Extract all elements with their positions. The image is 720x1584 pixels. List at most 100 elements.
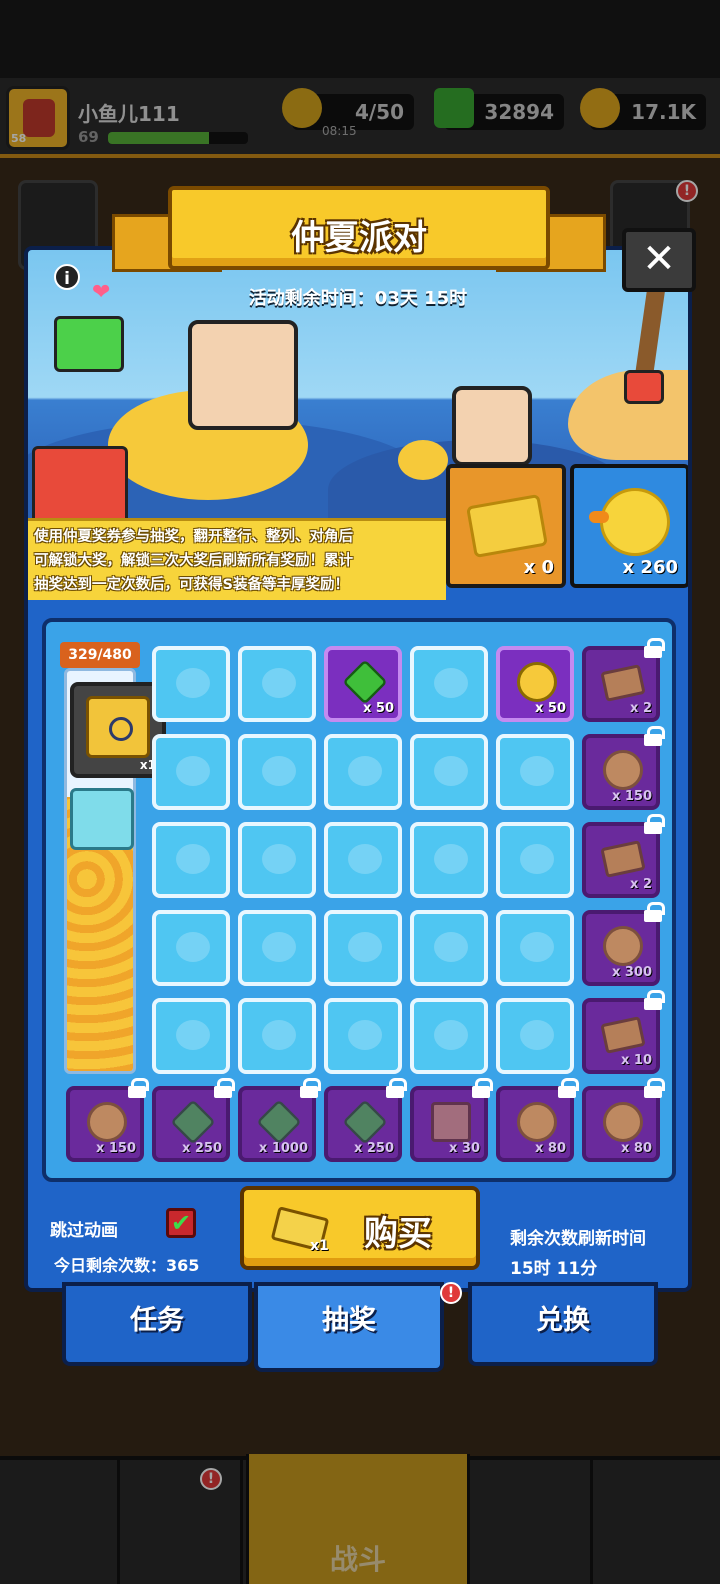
gem-icon — [256, 1099, 302, 1145]
column-reward-tile: x 250 — [324, 1078, 407, 1162]
ticket-icon — [466, 493, 548, 559]
gift-box-green — [54, 316, 124, 372]
hidden-tile[interactable] — [152, 734, 230, 810]
column-reward-tile: x 30 — [410, 1078, 493, 1162]
tab-lottery[interactable]: 抽奖 — [254, 1282, 444, 1372]
lock-icon — [644, 990, 665, 1010]
tab-label: 抽奖 — [322, 1305, 376, 1336]
skip-animation-checkbox[interactable]: ✔ — [166, 1208, 196, 1238]
draw-progress: 329/480 x1 — [60, 642, 166, 1074]
revealed-tile: x 50 — [324, 646, 402, 722]
revealed-tile: x 50 — [496, 646, 574, 722]
hidden-tile[interactable] — [238, 734, 316, 810]
hidden-tile[interactable] — [324, 822, 402, 898]
hidden-tile[interactable] — [152, 998, 230, 1074]
lock-icon — [386, 1078, 407, 1098]
duck-icon — [603, 1102, 643, 1142]
hidden-tile[interactable] — [324, 998, 402, 1074]
tab-tasks[interactable]: 任务 — [62, 1282, 252, 1366]
hidden-tile[interactable] — [238, 998, 316, 1074]
reward-qty: x 10 — [620, 1053, 652, 1068]
hero-character — [188, 320, 298, 430]
lottery-grid: 329/480 x1 x 50 x 50 x 2 x 150 x 2 x 300 x 10 x… — [42, 618, 676, 1182]
ticket-icon — [600, 664, 646, 702]
column-reward-tile: x 150 — [66, 1078, 149, 1162]
column-reward-tile: x 250 — [152, 1078, 235, 1162]
event-countdown: 活动剩余时间：03天 15时 — [248, 288, 468, 309]
chest-icon — [86, 696, 150, 758]
hidden-tile[interactable] — [496, 822, 574, 898]
tab-lottery-badge: ! — [440, 1282, 462, 1304]
duck-icon — [87, 1102, 127, 1142]
ticket-balance-card[interactable]: x 0 — [446, 464, 566, 588]
hidden-tile[interactable] — [410, 646, 488, 722]
refresh-title: 剩余次数刷新时间 — [510, 1229, 646, 1249]
rival-character — [452, 386, 532, 466]
hidden-tile[interactable] — [238, 822, 316, 898]
column-reward-tile: x 1000 — [238, 1078, 321, 1162]
reward-qty: x 80 — [620, 1141, 652, 1156]
row-reward-tile: x 150 — [582, 726, 665, 810]
hidden-tile[interactable] — [152, 646, 230, 722]
hidden-tile[interactable] — [238, 646, 316, 722]
reward-qty: x 2 — [630, 701, 652, 716]
tab-label: 任务 — [130, 1305, 184, 1336]
lock-icon — [472, 1078, 493, 1098]
gift-box-small — [624, 370, 664, 404]
refresh-time: 15时 11分 — [510, 1259, 598, 1279]
buy-button[interactable]: x1 购买 — [240, 1186, 480, 1270]
reward-qty: x 2 — [630, 877, 652, 892]
milestone-gift-icon[interactable] — [70, 788, 134, 850]
row-reward-tile: x 2 — [582, 814, 665, 898]
reward-qty: x 80 — [534, 1141, 566, 1156]
reward-qty: x 300 — [611, 965, 652, 980]
close-icon: ✕ — [642, 236, 676, 282]
remaining-draws-today: 今日剩余次数：365 — [54, 1256, 200, 1275]
close-button[interactable]: ✕ — [622, 228, 696, 292]
buy-qty: x1 — [310, 1238, 329, 1254]
row-reward-tile: x 10 — [582, 990, 665, 1074]
skip-animation-label: 跳过动画 — [50, 1221, 118, 1241]
hidden-tile[interactable] — [152, 822, 230, 898]
event-title: 仲夏派对 — [291, 218, 427, 258]
hidden-tile[interactable] — [324, 734, 402, 810]
event-description: 使用仲夏奖券参与抽奖，翻开整行、整列、对角后 可解锁大奖，解锁三次大奖后刷新所有… — [28, 518, 446, 600]
ticket-icon — [600, 840, 646, 878]
hidden-tile[interactable] — [324, 910, 402, 986]
lock-icon — [558, 1078, 579, 1098]
hidden-tile[interactable] — [410, 910, 488, 986]
lock-icon — [644, 726, 665, 746]
reward-qty: x 250 — [353, 1141, 394, 1156]
progress-label: 329/480 — [60, 642, 140, 668]
hidden-tile[interactable] — [496, 998, 574, 1074]
map-icon — [431, 1102, 471, 1142]
column-reward-tile: x 80 — [496, 1078, 579, 1162]
description-line: 使用仲夏奖券参与抽奖，翻开整行、整列、对角后 — [34, 529, 353, 545]
duck-icon — [603, 750, 643, 790]
reward-qty: x 250 — [181, 1141, 222, 1156]
hidden-tile[interactable] — [496, 910, 574, 986]
hidden-tile[interactable] — [238, 910, 316, 986]
reward-qty: x 150 — [95, 1141, 136, 1156]
small-duck — [398, 440, 448, 480]
hidden-tile[interactable] — [152, 910, 230, 986]
column-reward-tile: x 80 — [582, 1078, 665, 1162]
duck-icon — [589, 488, 670, 556]
reward-qty: x 150 — [611, 789, 652, 804]
hidden-tile[interactable] — [410, 998, 488, 1074]
reward-qty: x 1000 — [258, 1141, 308, 1156]
duck-count: x 260 — [622, 557, 678, 578]
tab-exchange[interactable]: 兑换 — [468, 1282, 658, 1366]
buy-label: 购买 — [364, 1214, 432, 1254]
hidden-tile[interactable] — [410, 734, 488, 810]
row-reward-tile: x 300 — [582, 902, 665, 986]
reward-qty: x 50 — [534, 701, 566, 716]
duck-balance-card[interactable]: x 260 — [570, 464, 688, 588]
gem-icon — [342, 1099, 388, 1145]
lock-icon — [128, 1078, 149, 1098]
ticket-icon — [600, 1016, 646, 1054]
hidden-tile[interactable] — [496, 734, 574, 810]
event-dialog: i ❤ 活动剩余时间：03天 15时 使用仲夏奖券参与抽奖，翻开整行、整列、对角… — [24, 246, 692, 1292]
hidden-tile[interactable] — [410, 822, 488, 898]
lock-icon — [214, 1078, 235, 1098]
